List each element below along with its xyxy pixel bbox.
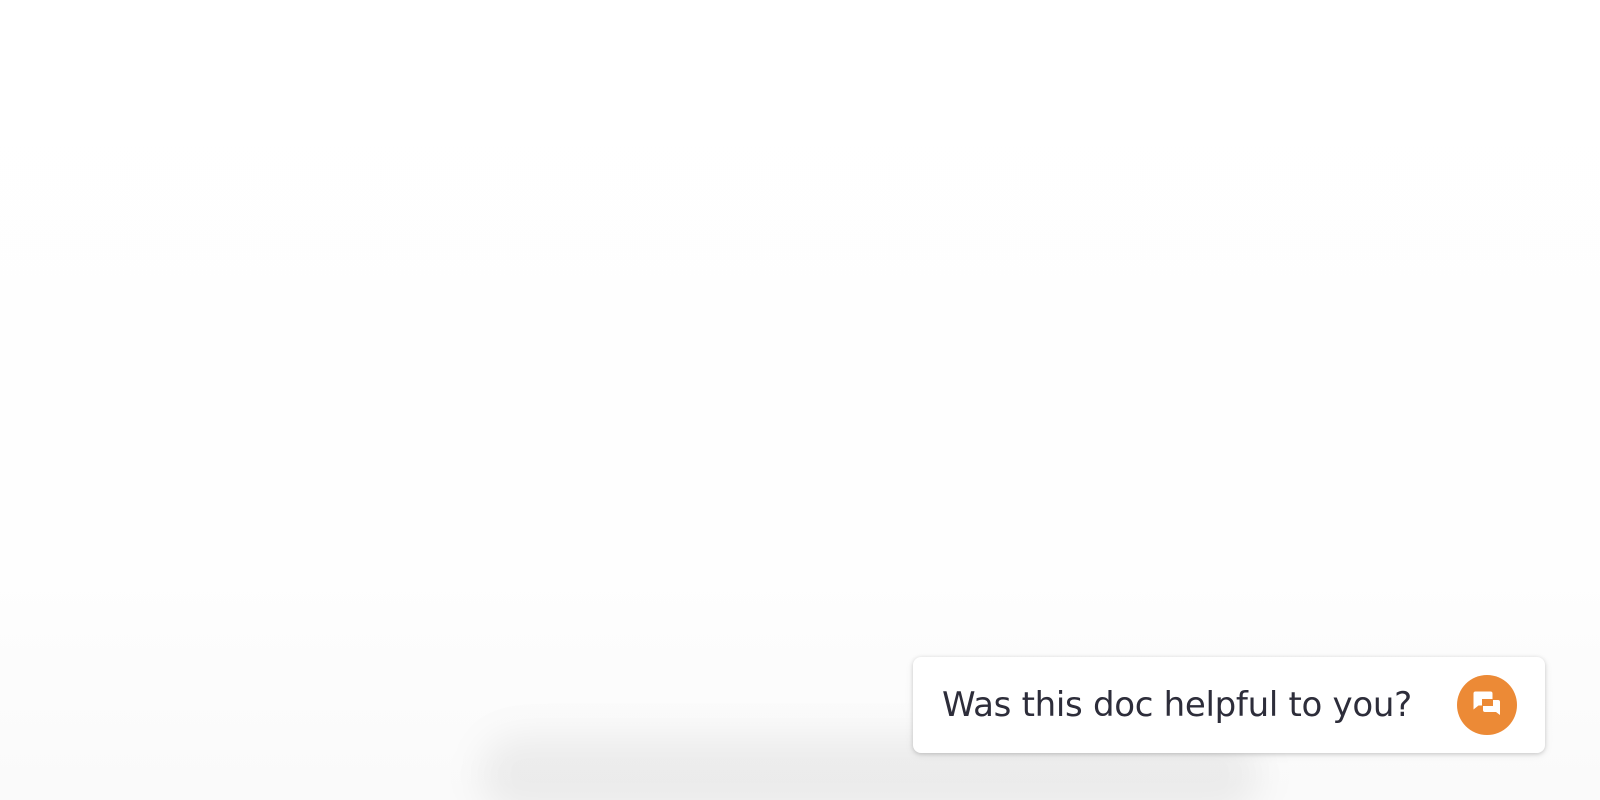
- feedback-widget: Was this doc helpful to you?: [913, 657, 1545, 753]
- feedback-button[interactable]: [1457, 675, 1517, 735]
- chat-bubbles-icon: [1471, 687, 1503, 724]
- feedback-prompt: Was this doc helpful to you?: [942, 685, 1412, 725]
- page: Was this doc helpful to you?: [0, 0, 1600, 800]
